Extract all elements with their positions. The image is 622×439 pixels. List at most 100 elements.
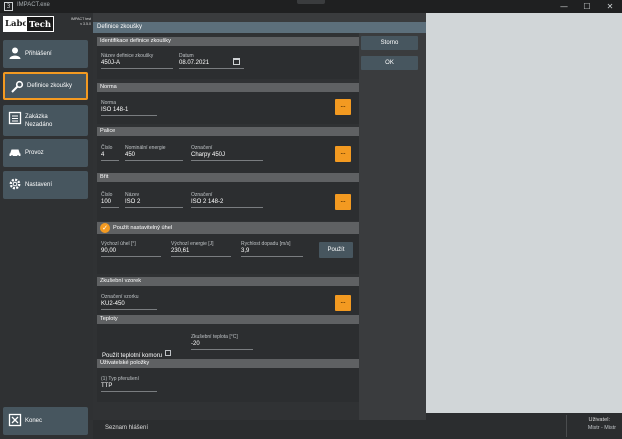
impact-speed-field: Rychlost dopadu [m/s] 3,9 [241,241,303,257]
pendulum-number-field[interactable]: Číslo 4 [101,145,119,161]
maximize-button[interactable]: ☐ [579,1,595,12]
sidebar-item-label: Zakázka Nezadáno [25,113,53,128]
section-specimen: Zkušební vzorek Označení vzorku KU2-450 … [97,277,359,320]
form-content: Identifikace definice zkoušky Název defi… [93,33,359,420]
field-value: 230,61 [171,248,190,254]
field-label: Název definice zkoušky [101,53,154,59]
definition-name-field[interactable]: Název definice zkoušky 450J-A [101,53,173,69]
field-value: ISO 2 148-2 [191,199,224,205]
close-button[interactable]: ✕ [602,1,618,12]
striker-select-button[interactable]: ... [335,194,351,210]
field-underline [191,349,253,350]
field-value: 08.07.2021 [179,60,210,66]
field-label: Výchozí energie [J] [171,241,214,247]
field-underline [101,309,157,310]
striker-number-field[interactable]: Číslo 100 [101,192,119,208]
cancel-button[interactable]: Storno [361,36,418,50]
panel-title: Definice zkoušky [93,22,426,33]
section-body: Číslo 100 Název ISO 2 Označení ISO 2 148… [97,182,359,221]
title-bar: 3 IMPACT.exe — ☐ ✕ [0,0,622,13]
field-underline [101,256,161,257]
field-value: 90,00 [101,248,117,254]
striker-mark-field[interactable]: Označení ISO 2 148-2 [191,192,263,208]
checkbox-box[interactable] [165,349,172,356]
section-title: Zkušební vzorek [97,277,359,286]
start-energy-field[interactable]: Výchozí energie [J] 230,61 [171,241,231,257]
minimize-button[interactable]: — [556,1,572,12]
workspace-background [426,13,622,413]
field-label: Norma [101,100,117,106]
section-striker: Břit Číslo 100 Název ISO 2 Označení ISO … [97,173,359,221]
field-value: 450J-A [101,60,121,66]
norm-select-button[interactable]: ... [335,99,351,115]
sidebar-item-label: Provoz [25,150,44,156]
logo-brand-part2: Tech [26,16,55,32]
section-title: Uživatelské položky [97,359,359,368]
section-body: Výchozí úhel [°] 90,00 Výchozí energie [… [97,234,359,274]
pendulum-select-button[interactable]: ... [335,146,351,162]
field-underline [179,68,244,69]
sidebar-item-order[interactable]: Zakázka Nezadáno [3,105,88,136]
app-icon: 3 [4,2,13,11]
field-underline [241,256,303,257]
section-title-row: ✓ Použít nastavitelný úhel [97,222,359,234]
sidebar-item-label: Přihlášení [25,51,52,57]
interruption-type-field[interactable]: (1) Typ přerušení TTP [101,376,157,392]
field-value: -20 [191,341,200,347]
section-user-items: Uživatelské položky (1) Typ přerušení TT… [97,359,359,402]
date-field[interactable]: Datum 08.07.2021 [179,53,244,69]
window-title: IMPACT.exe [17,2,50,8]
section-body: Norma ISO 148-1 ... [97,92,359,124]
striker-name-field[interactable]: Název ISO 2 [125,192,183,208]
nominal-energy-field[interactable]: Nominální energie 450 [125,145,183,161]
checkbox-checked-icon[interactable]: ✓ [100,223,110,233]
sidebar-item-operation[interactable]: Provoz [3,139,88,167]
field-underline [101,115,157,116]
ok-button[interactable]: OK [361,56,418,70]
section-body: Použít teplotní komoru Zkušební teplota … [97,324,359,360]
start-angle-field[interactable]: Výchozí úhel [°] 90,00 [101,241,161,257]
sidebar-item-test-definition[interactable]: Definice zkoušky [3,72,88,100]
field-underline [101,391,157,392]
field-value: ISO 148-1 [101,107,129,113]
section-body: Název definice zkoušky 450J-A Datum 08.0… [97,46,359,79]
title-grip[interactable] [297,0,325,4]
section-identification: Identifikace definice zkoušky Název defi… [97,37,359,79]
field-label: Název [125,192,140,198]
field-label: Označení [191,192,213,198]
sidebar: Labor Tech IMPACT test v 3.5.0 Přihlášen… [0,13,93,439]
pendulum-mark-field[interactable]: Označení Charpy 450J [191,145,263,161]
sidebar-item-label: Nastavení [25,182,53,188]
exit-button[interactable]: Konec [3,407,88,435]
test-temperature-field[interactable]: Zkušební teplota [°C] -20 [191,334,253,350]
message-list-bar[interactable]: Seznam hlášení [93,420,426,439]
section-norm: Norma Norma ISO 148-1 ... [97,83,359,124]
field-underline [101,160,119,161]
norm-field[interactable]: Norma ISO 148-1 [101,100,157,116]
section-temperatures: Teploty Použít teplotní komoru Zkušební … [97,315,359,360]
logo-subtitle: IMPACT test v 3.5.0 [61,17,91,27]
section-body: (1) Typ přerušení TTP [97,368,359,402]
exit-label: Konec [25,418,43,424]
field-underline [125,160,183,161]
section-title: Břit [97,173,359,182]
field-value: 3,9 [241,248,250,254]
sidebar-item-login[interactable]: Přihlášení [3,40,88,68]
specimen-mark-field[interactable]: Označení vzorku KU2-450 [101,294,157,310]
action-column: Storno OK [359,33,426,420]
apply-button[interactable]: Použít [319,242,353,258]
wrench-icon [11,80,24,93]
section-adjustable-angle: ✓ Použít nastavitelný úhel Výchozí úhel … [97,222,359,274]
user-value: Mistr - Mistr [587,425,616,431]
user-label: Uživatel: [588,417,610,423]
field-value: 100 [101,199,112,205]
section-pendulum: Palice Číslo 4 Nominální energie 450 Ozn… [97,127,359,173]
logo-sub-line2: v 3.5.0 [80,22,91,26]
field-label: Rychlost dopadu [m/s] [241,241,291,247]
specimen-select-button[interactable]: ... [335,295,351,311]
calendar-icon[interactable] [233,58,240,65]
field-underline [101,68,173,69]
sidebar-item-settings[interactable]: Nastavení [3,171,88,199]
field-label: Zkušební teplota [°C] [191,334,238,340]
field-label: Označení vzorku [101,294,139,300]
